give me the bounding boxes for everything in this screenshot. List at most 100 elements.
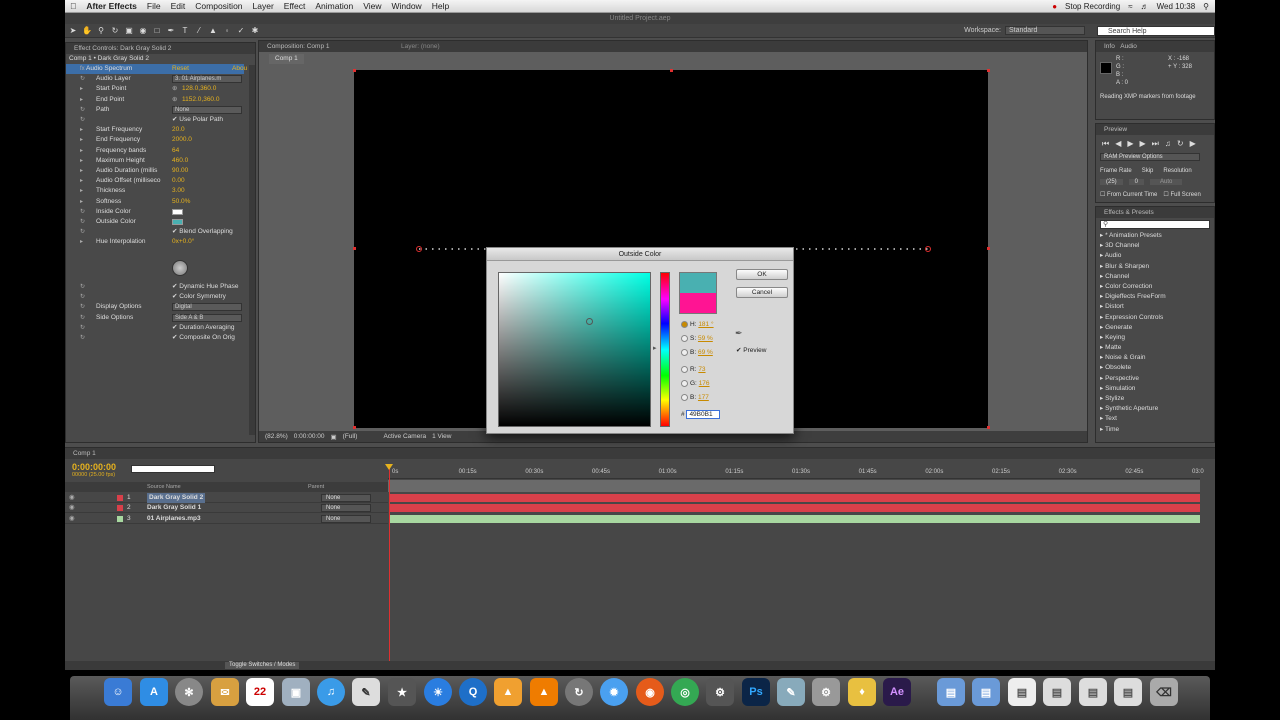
stopwatch-icon[interactable]: ↻ bbox=[80, 115, 85, 125]
mute-icon[interactable]: ♫ bbox=[1165, 139, 1171, 149]
stopwatch-icon[interactable]: ↻ bbox=[80, 207, 85, 217]
full-screen-checkbox[interactable]: ☐ Full Screen bbox=[1163, 191, 1200, 198]
disclosure-triangle-icon[interactable]: ▸ bbox=[80, 237, 83, 247]
disclosure-triangle-icon[interactable]: ▸ bbox=[80, 176, 83, 186]
handle-mr[interactable] bbox=[987, 247, 990, 250]
stamp-tool-icon[interactable]: ▲ bbox=[207, 25, 219, 36]
contacts-icon[interactable]: ✉ bbox=[211, 678, 239, 706]
effect-row-blend-overlapping-15[interactable]: ↻ ✔ Blend Overlapping bbox=[66, 227, 244, 237]
disclosure-triangle-icon[interactable]: ▸ bbox=[80, 166, 83, 176]
firefox-icon[interactable]: ◉ bbox=[636, 678, 664, 706]
effect-row-composite-on-orig-5[interactable]: ↻ ✔ Composite On Orig bbox=[66, 333, 244, 343]
brightness-value[interactable]: 69 % bbox=[698, 349, 713, 356]
apple-icon[interactable]:  bbox=[65, 1, 81, 11]
menu-composition[interactable]: Composition bbox=[190, 1, 247, 11]
window-thumbnail-2-icon[interactable]: ▤ bbox=[1079, 678, 1107, 706]
saturation-value[interactable]: 59 % bbox=[698, 335, 713, 342]
effect-row-dynamic-hue-phase-0[interactable]: ↻ ✔ Dynamic Hue Phase bbox=[66, 282, 244, 292]
preview-app-icon[interactable]: ▣ bbox=[282, 678, 310, 706]
effect-row-thickness-11[interactable]: ▸ Thickness 3.00 bbox=[66, 186, 244, 196]
red-field[interactable]: R: 73 bbox=[681, 365, 706, 375]
point-value[interactable]: 1152.0,360.0 bbox=[182, 95, 219, 105]
layer-name[interactable]: Dark Gray Solid 2 bbox=[147, 493, 206, 503]
effect-row-duration-averaging-4[interactable]: ↻ ✔ Duration Averaging bbox=[66, 323, 244, 333]
numeric-value[interactable]: 460.0 bbox=[172, 156, 188, 166]
disclosure-triangle-icon[interactable]: ▸ bbox=[80, 135, 83, 145]
vlc-helper-icon[interactable]: ▲ bbox=[494, 678, 522, 706]
vlc-icon[interactable]: ▲ bbox=[530, 678, 558, 706]
folder-icon[interactable]: ▤ bbox=[937, 678, 965, 706]
frame-rate-select[interactable]: (25) bbox=[1100, 179, 1123, 185]
fx-category-synthetic-aperture[interactable]: ▸ Synthetic Aperture bbox=[1096, 404, 1214, 414]
system-icon[interactable]: ✹ bbox=[600, 678, 628, 706]
layer-row[interactable]: ◉ 1 Dark Gray Solid 2 None bbox=[65, 493, 388, 503]
puppet-tool-icon[interactable]: ✱ bbox=[249, 25, 261, 36]
keychain-icon[interactable]: ♦ bbox=[848, 678, 876, 706]
handle-bl[interactable] bbox=[353, 426, 356, 429]
menu-animation[interactable]: Animation bbox=[310, 1, 358, 11]
clock[interactable]: Wed 10:38 bbox=[1157, 2, 1196, 11]
effect-row-audio-offset-milliseco-10[interactable]: ▸ Audio Offset (milliseco 0.00 bbox=[66, 176, 244, 186]
point-value[interactable]: 128.0,360.0 bbox=[182, 84, 216, 94]
timeline-tab[interactable]: Comp 1 bbox=[65, 448, 1215, 459]
fx-category-animation-presets[interactable]: ▸ * Animation Presets bbox=[1096, 231, 1214, 241]
effect-row-start-point-1[interactable]: ▸ Start Point ⊕ 128.0,360.0 bbox=[66, 84, 244, 94]
handle-tl[interactable] bbox=[353, 69, 356, 72]
stopwatch-icon[interactable]: ↻ bbox=[80, 227, 85, 237]
rectangle-tool-icon[interactable]: □ bbox=[151, 25, 163, 36]
numeric-value[interactable]: 0x+0.0° bbox=[172, 237, 194, 247]
effect-row-color-symmetry-1[interactable]: ↻ ✔ Color Symmetry bbox=[66, 292, 244, 302]
layer-duration-bar[interactable] bbox=[390, 514, 1200, 523]
volume-icon[interactable]: ♬ bbox=[1141, 2, 1149, 11]
handle-tr[interactable] bbox=[987, 69, 990, 72]
search-help-input[interactable]: Search Help bbox=[1097, 25, 1215, 36]
handle-tc[interactable] bbox=[670, 69, 673, 72]
timecode-display[interactable]: 0:00:00:00 bbox=[294, 433, 325, 440]
stopwatch-icon[interactable]: ↻ bbox=[80, 217, 85, 227]
disclosure-triangle-icon[interactable]: ▸ bbox=[80, 125, 83, 135]
info-tab[interactable]: Info bbox=[1104, 43, 1115, 50]
layer-duration-bar[interactable] bbox=[390, 494, 1200, 502]
fx-category-text[interactable]: ▸ Text bbox=[1096, 414, 1214, 424]
fx-category-distort[interactable]: ▸ Distort bbox=[1096, 302, 1214, 312]
brightness-field[interactable]: B: 69 % bbox=[681, 348, 713, 358]
fx-category-matte[interactable]: ▸ Matte bbox=[1096, 343, 1214, 353]
reset-link[interactable]: Reset bbox=[172, 64, 189, 74]
effect-row-dropdown[interactable]: Side A & B bbox=[172, 313, 242, 322]
zoom-select[interactable]: (82.8%) bbox=[265, 433, 288, 440]
pen-tool-icon[interactable]: ✒ bbox=[165, 25, 177, 36]
menu-edit[interactable]: Edit bbox=[166, 1, 191, 11]
layer-duration-bar[interactable] bbox=[390, 504, 1200, 513]
effect-row-softness-12[interactable]: ▸ Softness 50.0% bbox=[66, 197, 244, 207]
effect-row-inside-color-13[interactable]: ↻ Inside Color bbox=[66, 207, 244, 217]
numeric-value[interactable]: 90.00 bbox=[172, 166, 188, 176]
parent-select[interactable]: None bbox=[321, 504, 371, 513]
ok-button[interactable]: OK bbox=[736, 269, 788, 280]
hue-value[interactable]: 181 ° bbox=[698, 321, 713, 328]
effect-row-checkbox[interactable]: ✔ Color Symmetry bbox=[172, 292, 226, 302]
blue-value[interactable]: 177 bbox=[698, 394, 709, 401]
layer-name[interactable]: 01 Airplanes.mp3 bbox=[147, 514, 201, 524]
fx-category-expression-controls[interactable]: ▸ Expression Controls bbox=[1096, 313, 1214, 323]
type-tool-icon[interactable]: T bbox=[179, 25, 191, 36]
numeric-value[interactable]: 20.0 bbox=[172, 125, 185, 135]
effect-row-frequency-bands-7[interactable]: ▸ Frequency bands 64 bbox=[66, 146, 244, 156]
effect-row-checkbox[interactable]: ✔ Use Polar Path bbox=[172, 115, 223, 125]
wifi-icon[interactable]: ≈ bbox=[1128, 2, 1132, 11]
effects-search-input[interactable]: ⚲ bbox=[1100, 220, 1210, 229]
effect-row-use-polar-path-4[interactable]: ↻ ✔ Use Polar Path bbox=[66, 115, 244, 125]
composition-tab[interactable]: Composition: Comp 1 bbox=[267, 43, 330, 50]
disclosure-triangle-icon[interactable]: ▸ bbox=[80, 186, 83, 196]
layer-row[interactable]: ◉ 3 01 Airplanes.mp3 None bbox=[65, 514, 388, 524]
from-current-time-checkbox[interactable]: ☐ From Current Time bbox=[1100, 191, 1157, 198]
eyedropper-icon[interactable]: ✒ bbox=[735, 328, 743, 339]
layer-label-color[interactable] bbox=[117, 495, 123, 501]
comp-subtab[interactable]: Comp 1 bbox=[269, 54, 304, 64]
numeric-value[interactable]: 3.00 bbox=[172, 186, 185, 196]
rotate-tool-icon[interactable]: ↻ bbox=[109, 25, 121, 36]
fx-category-stylize[interactable]: ▸ Stylize bbox=[1096, 394, 1214, 404]
old-color-swatch[interactable] bbox=[680, 293, 716, 313]
utility-icon[interactable]: ✎ bbox=[777, 678, 805, 706]
disclosure-triangle-icon[interactable]: ▸ bbox=[80, 84, 83, 94]
parent-header[interactable]: Parent bbox=[308, 482, 324, 492]
